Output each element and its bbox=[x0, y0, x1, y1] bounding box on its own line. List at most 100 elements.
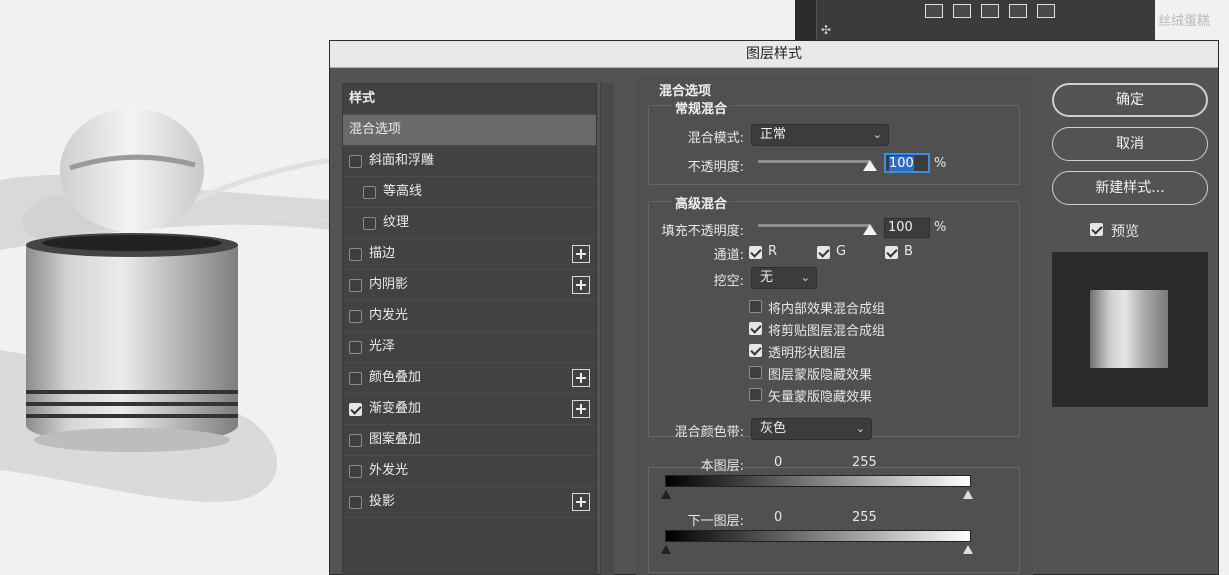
style-item-label: 颜色叠加 bbox=[369, 370, 422, 385]
below-layer-low-value: 0 bbox=[774, 510, 783, 525]
this-layer-black-stop[interactable] bbox=[661, 490, 671, 499]
blend-mode-dropdown[interactable]: 正常 ⌄ bbox=[751, 124, 889, 146]
style-item-label: 渐变叠加 bbox=[369, 401, 422, 416]
style-item-label: 纹理 bbox=[383, 215, 410, 230]
style-preview bbox=[1052, 252, 1208, 407]
opacity-slider-thumb[interactable] bbox=[863, 160, 877, 171]
this-layer-label: 本图层: bbox=[700, 459, 744, 474]
style-checkbox[interactable] bbox=[363, 217, 376, 230]
style-item[interactable]: 外发光 bbox=[343, 456, 596, 487]
tool-strip bbox=[795, 0, 817, 42]
add-effect-icon[interactable] bbox=[572, 400, 590, 418]
style-checkbox[interactable] bbox=[349, 279, 362, 292]
chevron-down-icon: ⌄ bbox=[872, 128, 882, 141]
advanced-option-checkbox[interactable] bbox=[749, 388, 762, 401]
blend-if-dropdown[interactable]: 灰色 ⌄ bbox=[751, 418, 872, 440]
advanced-option-checkbox[interactable] bbox=[749, 300, 762, 313]
dialog-title: 图层样式 bbox=[330, 41, 1218, 68]
preview-checkbox[interactable] bbox=[1090, 223, 1103, 236]
style-checkbox[interactable] bbox=[349, 372, 362, 385]
below-layer-label: 下一图层: bbox=[687, 514, 744, 529]
style-item[interactable]: 投影 bbox=[343, 487, 596, 518]
knockout-dropdown[interactable]: 无 ⌄ bbox=[751, 267, 817, 289]
add-effect-icon[interactable] bbox=[572, 245, 590, 263]
add-effect-icon[interactable] bbox=[572, 369, 590, 387]
styles-scrollbar[interactable] bbox=[600, 83, 614, 575]
advanced-option-label: 图层蒙版隐藏效果 bbox=[768, 368, 873, 383]
style-item[interactable]: 描边 bbox=[343, 239, 596, 270]
style-item[interactable]: 光泽 bbox=[343, 332, 596, 363]
style-item[interactable]: 等高线 bbox=[343, 177, 596, 208]
knockout-label: 挖空: bbox=[713, 274, 744, 289]
opacity-input[interactable]: 100 bbox=[884, 153, 930, 173]
style-checkbox[interactable] bbox=[349, 434, 362, 447]
cancel-button[interactable]: 取消 bbox=[1052, 127, 1208, 161]
fill-opacity-slider[interactable] bbox=[758, 224, 870, 227]
tool-icon bbox=[1009, 4, 1027, 18]
style-item[interactable]: 斜面和浮雕 bbox=[343, 146, 596, 177]
blend-mode-label: 混合模式: bbox=[687, 131, 744, 146]
channel-b-checkbox[interactable] bbox=[885, 246, 898, 259]
channel-b-label: B bbox=[904, 244, 913, 259]
style-item[interactable]: 渐变叠加 bbox=[343, 394, 596, 425]
fan-icon: ✣ bbox=[821, 23, 832, 37]
style-checkbox[interactable] bbox=[349, 403, 362, 416]
advanced-option-checkbox[interactable] bbox=[749, 366, 762, 379]
chevron-down-icon: ⌄ bbox=[855, 422, 865, 435]
style-checkbox[interactable] bbox=[349, 341, 362, 354]
style-item-label: 图案叠加 bbox=[369, 432, 422, 447]
below-layer-gradient bbox=[665, 530, 971, 542]
style-checkbox[interactable] bbox=[349, 310, 362, 323]
style-item[interactable]: 纹理 bbox=[343, 208, 596, 239]
fill-opacity-slider-thumb[interactable] bbox=[863, 224, 877, 235]
style-item-label: 等高线 bbox=[383, 184, 423, 199]
fill-opacity-input[interactable]: 100 bbox=[884, 218, 930, 238]
tool-icon bbox=[981, 4, 999, 18]
advanced-option-label: 透明形状图层 bbox=[768, 346, 847, 361]
channel-g-label: G bbox=[836, 244, 847, 259]
advanced-blending-title: 高级混合 bbox=[672, 193, 731, 212]
below-layer-white-stop[interactable] bbox=[963, 545, 973, 554]
style-item[interactable]: 颜色叠加 bbox=[343, 363, 596, 394]
channel-g-checkbox[interactable] bbox=[817, 246, 830, 259]
style-item-label: 外发光 bbox=[369, 463, 409, 478]
preview-swatch bbox=[1090, 290, 1168, 368]
style-checkbox[interactable] bbox=[363, 186, 376, 199]
knockout-value: 无 bbox=[760, 270, 774, 285]
style-checkbox[interactable] bbox=[349, 465, 362, 478]
style-checkbox[interactable] bbox=[349, 248, 362, 261]
channels-label: 通道: bbox=[713, 248, 744, 263]
fill-opacity-label: 填充不透明度: bbox=[661, 224, 744, 239]
ok-button[interactable]: 确定 bbox=[1052, 83, 1208, 117]
advanced-option-label: 将剪贴图层混合成组 bbox=[768, 324, 886, 339]
add-effect-icon[interactable] bbox=[572, 276, 590, 294]
chevron-down-icon: ⌄ bbox=[800, 271, 810, 284]
below-layer-high-value: 255 bbox=[852, 510, 877, 525]
tool-icon bbox=[953, 4, 971, 18]
advanced-option-checkbox[interactable] bbox=[749, 344, 762, 357]
background-toolbar: ✣ bbox=[795, 0, 1155, 42]
add-effect-icon[interactable] bbox=[572, 493, 590, 511]
channel-r-checkbox[interactable] bbox=[749, 246, 762, 259]
style-item-label: 投影 bbox=[369, 494, 396, 509]
below-layer-black-stop[interactable] bbox=[661, 545, 671, 554]
opacity-slider[interactable] bbox=[758, 160, 870, 163]
general-blending-title: 常规混合 bbox=[672, 98, 731, 117]
blend-options-title: 混合选项 bbox=[659, 84, 712, 99]
style-item[interactable]: 图案叠加 bbox=[343, 425, 596, 456]
this-layer-gradient bbox=[665, 475, 971, 487]
watermark-text: 丝绒蛋糕 bbox=[1158, 14, 1211, 29]
opacity-unit: % bbox=[934, 156, 947, 171]
style-item[interactable]: 内发光 bbox=[343, 301, 596, 332]
style-checkbox[interactable] bbox=[349, 496, 362, 509]
new-style-button[interactable]: 新建样式... bbox=[1052, 171, 1208, 205]
tool-icon bbox=[925, 4, 943, 18]
style-item[interactable]: 混合选项 bbox=[343, 115, 596, 146]
this-layer-white-stop[interactable] bbox=[963, 490, 973, 499]
style-item-label: 描边 bbox=[369, 246, 396, 261]
style-checkbox[interactable] bbox=[349, 155, 362, 168]
style-item-label: 斜面和浮雕 bbox=[369, 153, 435, 168]
style-item[interactable]: 内阴影 bbox=[343, 270, 596, 301]
this-layer-low-value: 0 bbox=[774, 455, 783, 470]
advanced-option-checkbox[interactable] bbox=[749, 322, 762, 335]
